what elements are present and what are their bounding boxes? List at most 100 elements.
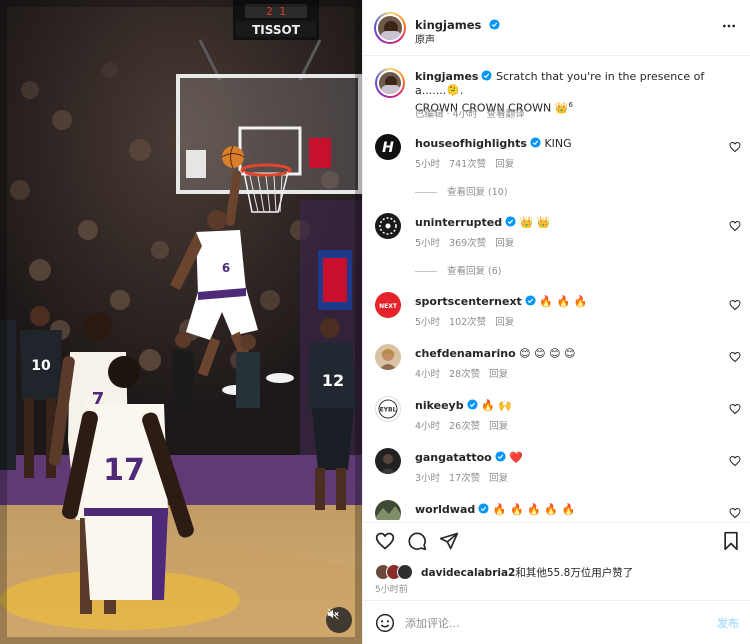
video-frame-illustration: 2 1 TISSOT 6 12 10 7 17 [0,0,362,644]
caption-author-avatar[interactable] [375,68,405,98]
comment-like-count[interactable]: 741次赞 [449,159,486,170]
comment-text: 🔥 🔥 🔥 🔥 🔥 [492,503,576,516]
verified-badge-icon [478,503,489,514]
heart-outline-icon[interactable] [729,351,741,363]
commenter-avatar[interactable] [375,448,401,474]
heart-outline-icon[interactable] [729,455,741,467]
svg-text:H: H [382,140,394,156]
likes-summary[interactable]: davidecalabria2和其他55.8万位用户赞了 [363,560,750,584]
post-timestamp[interactable]: 5小时前 [375,582,408,595]
liker-username[interactable]: davidecalabria2 [421,567,515,579]
add-comment-bar: 发布 [363,600,750,644]
caption-meta: 已编辑 · 4小时 查看翻译 [415,106,534,120]
post-comment-button[interactable]: 发布 [717,615,739,631]
comment-like-count[interactable]: 26次赞 [449,421,480,432]
comment-text: 🔥 🙌 [481,399,512,412]
caption-time: 4小时 [452,109,478,120]
comment-time: 5小时 [415,238,441,249]
commenter-avatar[interactable] [375,213,401,239]
verified-badge-icon [467,399,478,410]
post-header: kingjames 原声 [363,0,750,56]
comment-time: 5小时 [415,159,441,170]
edited-label: 已编辑 [415,109,444,120]
commenter-username[interactable]: uninterrupted [415,216,502,229]
mute-button[interactable] [326,607,352,633]
view-replies-label: 查看回复 (6) [447,266,502,277]
comment-time: 4小时 [415,369,441,380]
heart-icon[interactable] [375,531,395,551]
comment-text: ❤️ [509,451,523,464]
more-horizontal-icon[interactable] [721,18,737,34]
speaker-muted-icon [327,608,339,620]
verified-badge-icon [505,216,516,227]
author-username[interactable]: kingjames [415,18,481,32]
caption-superscript: 6 [568,101,573,109]
heart-outline-icon[interactable] [729,220,741,232]
post-details-panel: kingjames 原声 kingjames Scratch that you'… [362,0,750,644]
comment-text: 🔥 🔥 🔥 [539,295,588,308]
svg-text:12: 12 [322,371,344,390]
comment-like-count[interactable]: 102次赞 [449,317,486,328]
post-video[interactable]: 2 1 TISSOT 6 12 10 7 17 [0,0,362,644]
comment-text: 👑 👑 [519,216,551,229]
audio-label[interactable]: 原声 [415,31,435,46]
verified-badge-icon [481,70,493,81]
comment-like-count[interactable]: 17次赞 [449,473,480,484]
smiley-icon[interactable] [375,613,395,633]
view-replies-button[interactable]: 查看回复 (6) [415,263,501,277]
comment-like-count[interactable]: 28次赞 [449,369,480,380]
reply-button[interactable]: 回复 [495,317,514,328]
reply-button[interactable]: 回复 [495,159,514,170]
bookmark-icon[interactable] [721,531,741,551]
comment-time: 3小时 [415,473,441,484]
commenter-avatar[interactable] [375,500,401,520]
view-replies-button[interactable]: 查看回复 (10) [415,184,508,198]
svg-text:17: 17 [103,453,145,488]
comments-list[interactable]: kingjames Scratch that you're in the pre… [363,56,750,520]
comment-icon[interactable] [407,531,427,551]
commenter-username[interactable]: nikeeyb [415,399,464,412]
reply-button[interactable]: 回复 [489,421,508,432]
comment-time: 5小时 [415,317,441,328]
see-translation-link[interactable]: 查看翻译 [487,109,525,120]
comment-text: 😊 😊 😊 😊 [519,347,576,360]
commenter-username[interactable]: sportscenternext [415,295,522,308]
svg-text:EYBL: EYBL [380,407,397,414]
commenter-username[interactable]: chefdenamarino [415,347,516,360]
comment-time: 4小时 [415,421,441,432]
likes-count-text[interactable]: 和其他55.8万位用户赞了 [515,567,633,579]
post-action-bar [363,522,750,558]
commenter-username[interactable]: gangatattoo [415,451,492,464]
comment-input[interactable] [405,613,695,633]
svg-text:6: 6 [222,261,230,275]
heart-outline-icon[interactable] [729,141,741,153]
commenter-username[interactable]: worldwad [415,503,475,516]
commenter-username[interactable]: houseofhighlights [415,137,527,150]
commenter-avatar[interactable]: EYBL [375,396,401,422]
meta-separator: · [446,109,450,120]
commenter-avatar[interactable]: NEXT [375,292,401,318]
heart-outline-icon[interactable] [729,299,741,311]
scoreboard-brand-text: TISSOT [252,23,301,37]
commenter-avatar[interactable] [375,344,401,370]
reply-button[interactable]: 回复 [489,473,508,484]
send-icon[interactable] [439,531,459,551]
svg-text:10: 10 [31,358,51,374]
verified-badge-icon [495,451,506,462]
liker-avatars [375,564,417,580]
svg-text:NEXT: NEXT [379,303,398,310]
comment-text: KING [544,137,572,150]
comment-like-count[interactable]: 369次赞 [449,238,486,249]
reply-button[interactable]: 回复 [495,238,514,249]
heart-outline-icon[interactable] [729,507,741,519]
verified-badge-icon [489,19,500,30]
caption-crown-emoji: 👑 [554,101,569,115]
verified-badge-icon [530,137,541,148]
author-avatar[interactable] [374,12,406,44]
heart-outline-icon[interactable] [729,403,741,415]
commenter-avatar[interactable]: H [375,134,401,160]
verified-badge-icon [525,295,536,306]
reply-button[interactable]: 回复 [489,369,508,380]
view-replies-label: 查看回复 (10) [447,187,508,198]
caption-username[interactable]: kingjames [415,70,478,83]
